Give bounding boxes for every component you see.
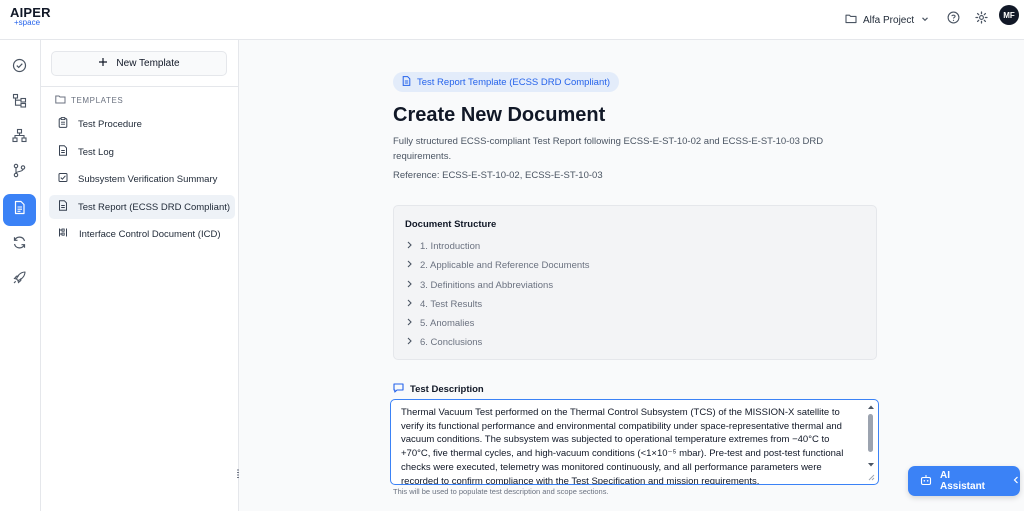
folder-open-icon (55, 95, 66, 106)
chevron-right-icon (406, 260, 413, 271)
rocket-icon (12, 270, 27, 290)
file-icon (402, 75, 411, 89)
page-description: Fully structured ECSS-compliant Test Rep… (393, 136, 824, 162)
structure-section-definitions[interactable]: 3. Definitions and Abbreviations (406, 278, 553, 292)
logo-subtitle: +space (14, 18, 41, 27)
project-name: Alfa Project (863, 14, 915, 26)
hierarchy-icon (12, 93, 27, 113)
file-icon (58, 200, 68, 214)
ai-assistant-label: AI Assistant (940, 470, 986, 492)
structure-section-conclusions[interactable]: 6. Conclusions (406, 335, 482, 349)
rail-item-branches[interactable] (3, 157, 36, 189)
template-item-icd[interactable]: Interface Control Document (ICD) (49, 222, 235, 246)
clipboard-icon (58, 117, 68, 131)
main-content: Test Report Template (ECSS DRD Compliant… (239, 40, 1024, 511)
gear-icon (974, 11, 988, 29)
top-bar: AIPER +space Alfa Project MF (0, 0, 1024, 40)
template-item-test-report[interactable]: Test Report (ECSS DRD Compliant) (49, 195, 235, 219)
template-item-subsystem-verification[interactable]: Subsystem Verification Summary (49, 167, 235, 191)
structure-section-anomalies[interactable]: 5. Anomalies (406, 316, 474, 330)
scrollbar-thumb[interactable] (868, 414, 873, 452)
chevron-right-icon (406, 337, 413, 348)
bot-icon (920, 474, 932, 489)
template-item-label: Test Log (78, 146, 114, 158)
template-sidebar: New Template TEMPLATES Test Procedure Te… (41, 40, 239, 511)
settings-button[interactable] (970, 9, 992, 31)
new-template-button[interactable]: New Template (51, 51, 227, 76)
file-icon (58, 145, 68, 159)
template-item-label: Interface Control Document (ICD) (79, 228, 221, 240)
rail-item-hierarchy[interactable] (3, 87, 36, 119)
structure-section-test-results[interactable]: 4. Test Results (406, 297, 482, 311)
new-template-label: New Template (116, 58, 180, 69)
check-circle-icon (12, 58, 27, 78)
page-title: Create New Document (393, 104, 606, 126)
template-item-label: Test Procedure (78, 118, 142, 130)
document-structure-title: Document Structure (405, 219, 497, 230)
chevron-right-icon (406, 280, 413, 291)
textarea-scrollbar[interactable] (867, 404, 875, 481)
plus-icon (98, 57, 108, 70)
nav-rail (0, 40, 41, 511)
document-structure-panel: Document Structure 1. Introduction 2. Ap… (393, 205, 877, 360)
template-item-label: Subsystem Verification Summary (78, 173, 218, 185)
chevron-down-icon (920, 14, 930, 27)
folder-icon (845, 13, 857, 27)
help-button[interactable] (942, 9, 964, 31)
refresh-icon (12, 235, 27, 255)
rail-item-verification[interactable] (3, 52, 36, 84)
network-icon (12, 128, 27, 148)
rail-item-sync[interactable] (3, 229, 36, 261)
chevron-right-icon (406, 318, 413, 329)
template-pill: Test Report Template (ECSS DRD Compliant… (393, 72, 620, 92)
checkbox-icon (58, 172, 68, 186)
chevron-left-icon (1012, 475, 1020, 488)
rail-item-launch[interactable] (3, 264, 36, 296)
test-description-label: Test Description (393, 383, 484, 396)
chevron-right-icon (406, 299, 413, 310)
test-description-value: Thermal Vacuum Test performed on the The… (401, 407, 844, 485)
template-item-test-procedure[interactable]: Test Procedure (49, 112, 235, 136)
template-item-label: Test Report (ECSS DRD Compliant) (78, 201, 231, 213)
sidebar-divider (41, 86, 238, 87)
structure-section-applicable-documents[interactable]: 2. Applicable and Reference Documents (406, 258, 590, 272)
app-logo[interactable]: AIPER +space (10, 6, 51, 27)
templates-heading: TEMPLATES (55, 95, 123, 106)
test-description-helper: This will be used to populate test descr… (393, 487, 609, 496)
test-description-textarea[interactable]: Thermal Vacuum Test performed on the The… (390, 399, 879, 485)
help-icon (947, 11, 960, 29)
interface-icon (58, 227, 69, 241)
rail-item-documents[interactable] (3, 194, 36, 226)
avatar[interactable]: MF (999, 5, 1019, 25)
project-selector[interactable]: Alfa Project (845, 9, 930, 31)
ai-assistant-button[interactable]: AI Assistant (908, 466, 1020, 496)
git-branch-icon (12, 163, 27, 183)
template-item-test-log[interactable]: Test Log (49, 140, 235, 164)
document-icon (12, 200, 27, 220)
reference-text: Reference: ECSS-E-ST-10-02, ECSS-E-ST-10… (393, 170, 603, 181)
template-pill-label: Test Report Template (ECSS DRD Compliant… (417, 76, 611, 88)
structure-section-introduction[interactable]: 1. Introduction (406, 239, 480, 253)
message-square-icon (393, 383, 404, 396)
chevron-right-icon (406, 241, 413, 252)
rail-item-architecture[interactable] (3, 122, 36, 154)
